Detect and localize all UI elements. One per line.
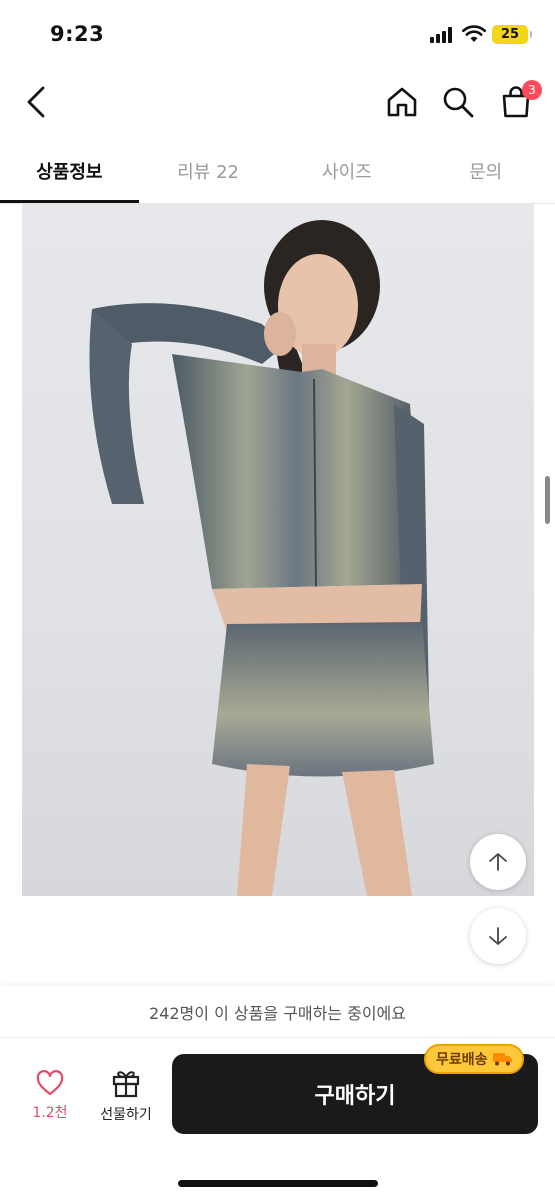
tab-product-info[interactable]: 상품정보	[0, 140, 139, 203]
tab-inquiry[interactable]: 문의	[416, 140, 555, 202]
gift-label: 선물하기	[100, 1107, 152, 1123]
scroll-to-bottom-button[interactable]	[470, 908, 526, 964]
purchase-bar: 242명이 이 상품을 구매하는 중이에요 1.2천 선물하기 구매하기 무료배…	[0, 986, 555, 1200]
free-shipping-label: 무료배송	[436, 1052, 488, 1068]
arrow-down-icon	[489, 927, 507, 945]
chevron-left-icon	[27, 86, 45, 118]
gift-icon	[112, 1071, 140, 1098]
scrollbar[interactable]	[545, 476, 550, 524]
product-detail-page: 9:23 25 3 상품정보 리뷰 22 사이즈 문의 242명이 이 상품을 …	[0, 0, 555, 1200]
product-image	[22, 204, 534, 896]
gift-button[interactable]: 선물하기	[92, 1068, 160, 1130]
tab-size[interactable]: 사이즈	[278, 140, 417, 202]
truck-icon	[492, 1053, 512, 1066]
battery-indicator: 25	[492, 25, 532, 44]
free-shipping-badge: 무료배송	[424, 1044, 524, 1074]
wifi-icon	[462, 25, 486, 42]
home-icon	[387, 87, 417, 117]
search-button[interactable]	[436, 80, 480, 124]
cart-count-badge: 3	[522, 80, 542, 100]
like-count: 1.2천	[32, 1105, 68, 1121]
status-time: 9:23	[50, 22, 105, 46]
search-icon	[443, 87, 474, 118]
arrow-up-icon	[489, 853, 507, 871]
buyers-notice: 242명이 이 상품을 구매하는 중이에요	[0, 986, 555, 1038]
top-nav-bar: 3	[0, 66, 555, 140]
status-bar: 9:23 25	[0, 0, 555, 66]
cart-button[interactable]: 3	[494, 80, 542, 124]
back-button[interactable]	[16, 80, 56, 124]
product-tabs: 상품정보 리뷰 22 사이즈 문의	[0, 140, 555, 204]
tab-reviews[interactable]: 리뷰 22	[139, 140, 278, 202]
cellular-signal-icon	[430, 27, 456, 43]
scroll-to-top-button[interactable]	[470, 834, 526, 890]
like-button[interactable]: 1.2천	[22, 1070, 78, 1130]
home-indicator	[178, 1180, 378, 1187]
home-button[interactable]	[380, 80, 424, 124]
heart-icon	[36, 1070, 64, 1096]
